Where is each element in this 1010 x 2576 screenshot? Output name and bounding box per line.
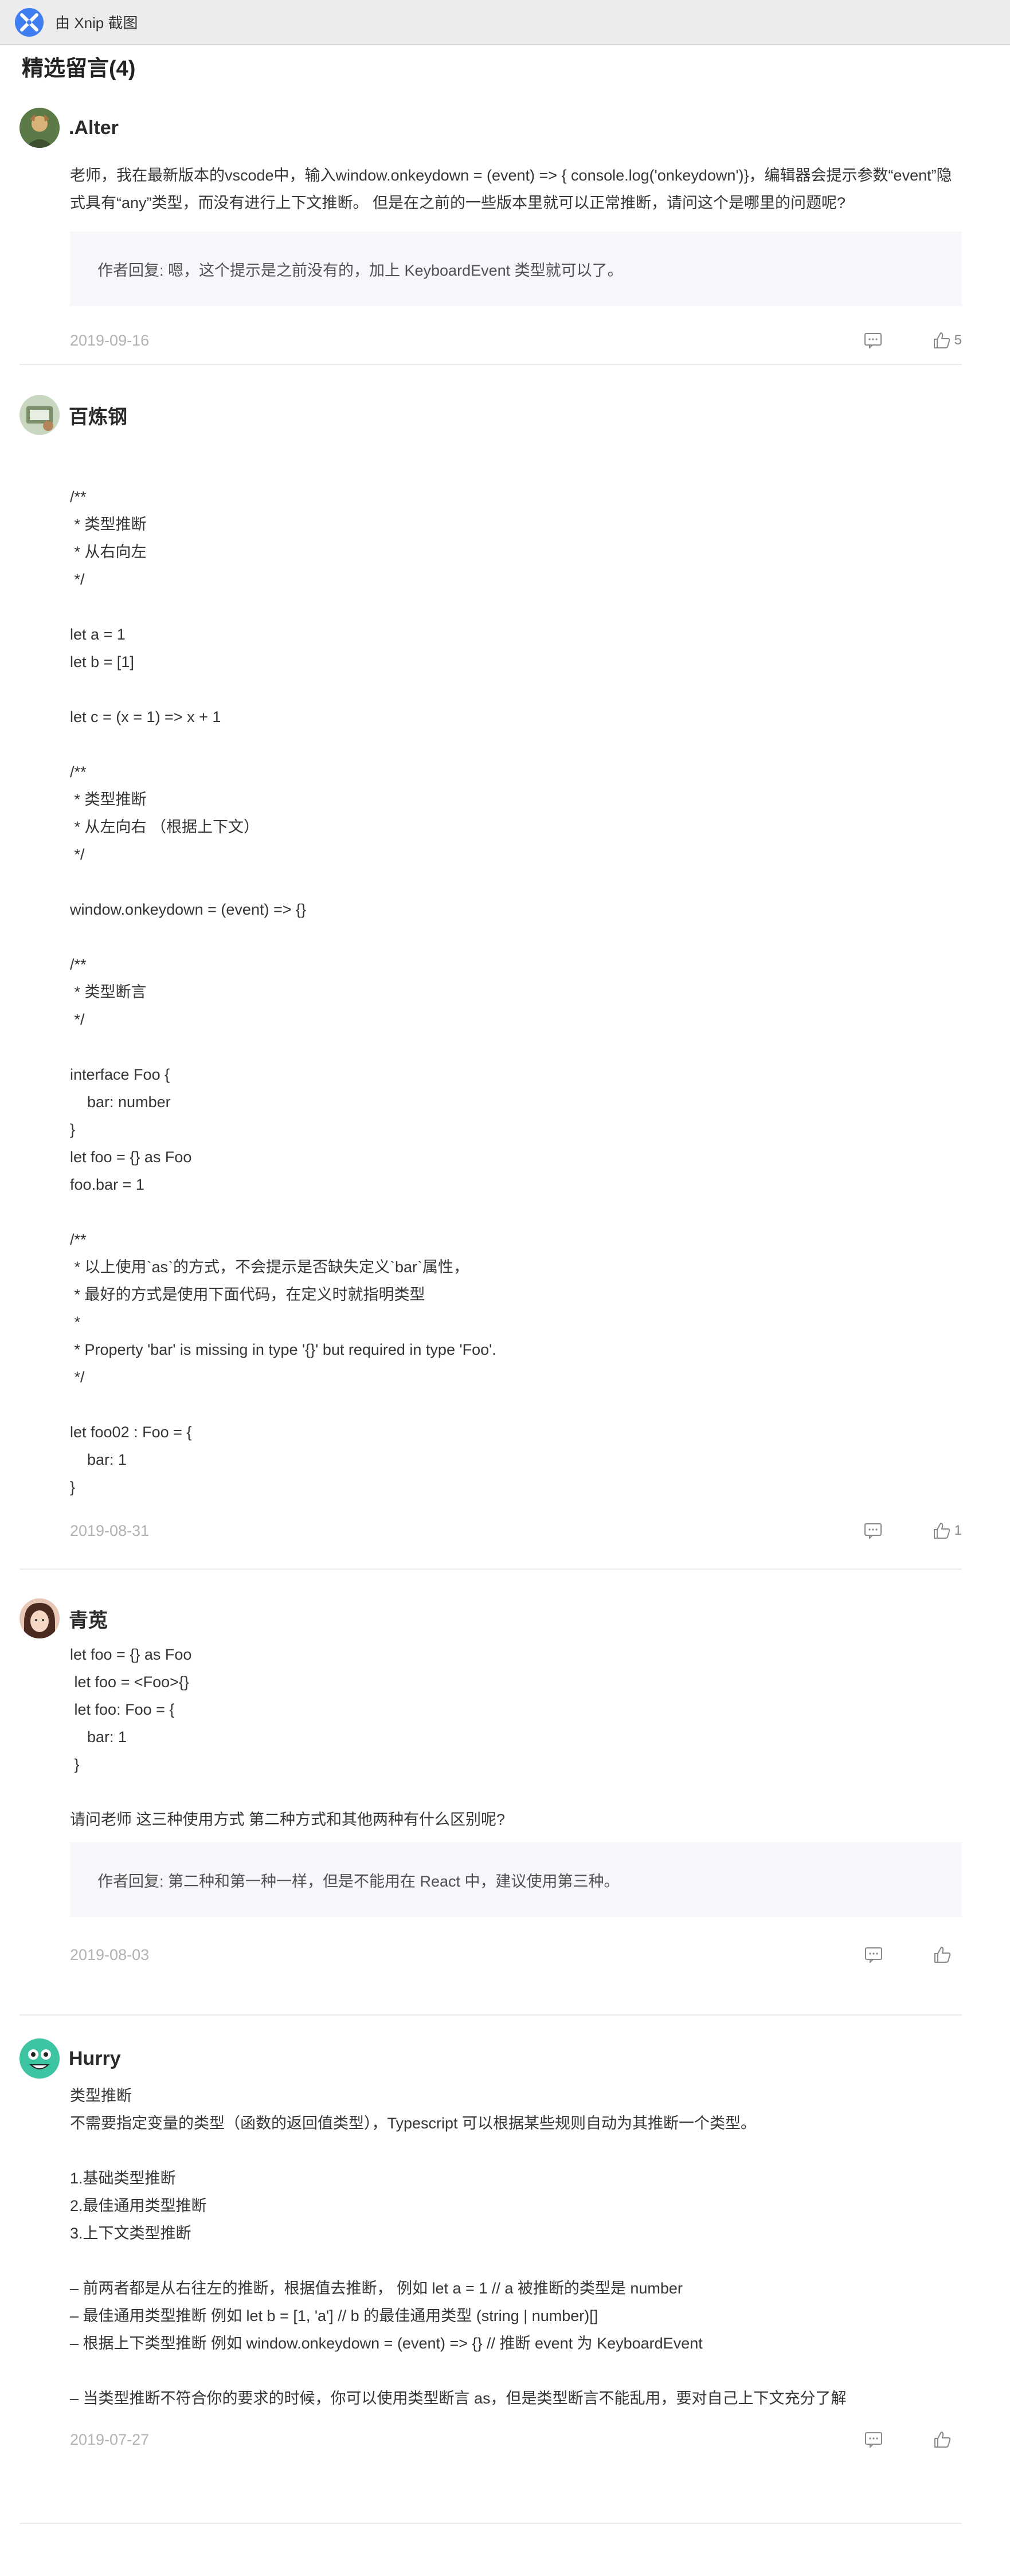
comment-body: let foo = {} as Foo let foo = <Foo>{} le… [70,1646,506,1828]
like-button[interactable]: 5 [933,331,962,350]
user-avatar-icon[interactable] [19,2038,60,2079]
reply-comment-icon[interactable] [864,1947,883,1963]
comment-item: Hurry 类型推断 不需要指定变量的类型（函数的返回值类型），Typescri… [19,2016,962,2524]
xnip-logo-icon [15,7,44,37]
comment-header: .Alter [19,108,962,148]
user-avatar-icon[interactable] [19,395,60,435]
thumbs-up-icon [934,2432,951,2448]
like-button[interactable] [933,1946,962,1964]
author-reply: 作者回复: 嗯，这个提示是之前没有的，加上 KeyboardEvent 类型就可… [70,232,962,306]
comment-item: 青莵 let foo = {} as Foo let foo = <Foo>{}… [19,1570,962,2016]
section-title: 精选留言(4) [22,57,136,81]
comment-date: 2019-08-31 [70,1522,150,1539]
comment-body: 老师，我在最新版本的vscode中，输入window.onkeydown = (… [70,167,952,211]
comment-header: Hurry [19,2038,962,2079]
reply-comment-icon[interactable] [864,2432,883,2448]
comment-header: 青莵 [19,1598,962,1638]
comment-list: .Alter 老师，我在最新版本的vscode中，输入window.onkeyd… [0,85,1010,2524]
comment-body: 类型推断 不需要指定变量的类型（函数的返回值类型），Typescript 可以根… [70,2087,847,2407]
thumbs-up-icon [934,1947,951,1963]
author-reply: 作者回复: 第二种和第一种一样，但是不能用在 React 中，建议使用第三种。 [70,1842,962,1917]
like-button[interactable]: 1 [933,1522,962,1540]
comment-date: 2019-08-03 [70,1946,150,1963]
topbar-title: 由 Xnip 截图 [55,14,138,32]
comment-username[interactable]: 青莵 [69,1605,108,1633]
comment-item: 百炼钢 /** * 类型推断 * 从右向左 */ let a = 1 let b… [19,365,962,1570]
comment-date: 2019-07-27 [70,2430,150,2448]
comment-item: .Alter 老师，我在最新版本的vscode中，输入window.onkeyd… [19,85,962,365]
like-button[interactable] [933,2430,962,2449]
author-reply-text: 作者回复: 第二种和第一种一样，但是不能用在 React 中，建议使用第三种。 [97,1872,620,1890]
comment-username[interactable]: 百炼钢 [69,401,127,429]
like-count: 1 [954,1523,962,1538]
comment-footer: 2019-08-03 [70,1938,962,1972]
reply-comment-icon[interactable] [864,332,882,348]
comment-footer: 2019-08-31 1 [70,1514,962,1548]
like-count: 5 [954,332,962,348]
thumbs-up-icon [933,1523,950,1539]
author-reply-text: 作者回复: 嗯，这个提示是之前没有的，加上 KeyboardEvent 类型就可… [97,261,623,279]
comment-username[interactable]: Hurry [69,2048,121,2070]
user-avatar-icon[interactable] [19,1598,60,1638]
comment-date: 2019-09-16 [70,331,150,349]
comment-footer: 2019-09-16 5 [70,323,962,358]
reply-comment-icon[interactable] [864,1523,882,1539]
comment-body: /** * 类型推断 * 从右向左 */ let a = 1 let b = [… [70,488,496,1496]
comment-username[interactable]: .Alter [69,117,119,139]
comment-header: 百炼钢 [19,395,962,435]
window-topbar: 由 Xnip 截图 [0,0,1010,45]
user-avatar-icon[interactable] [19,108,60,148]
thumbs-up-icon [933,332,950,348]
comment-footer: 2019-07-27 [70,2422,962,2457]
